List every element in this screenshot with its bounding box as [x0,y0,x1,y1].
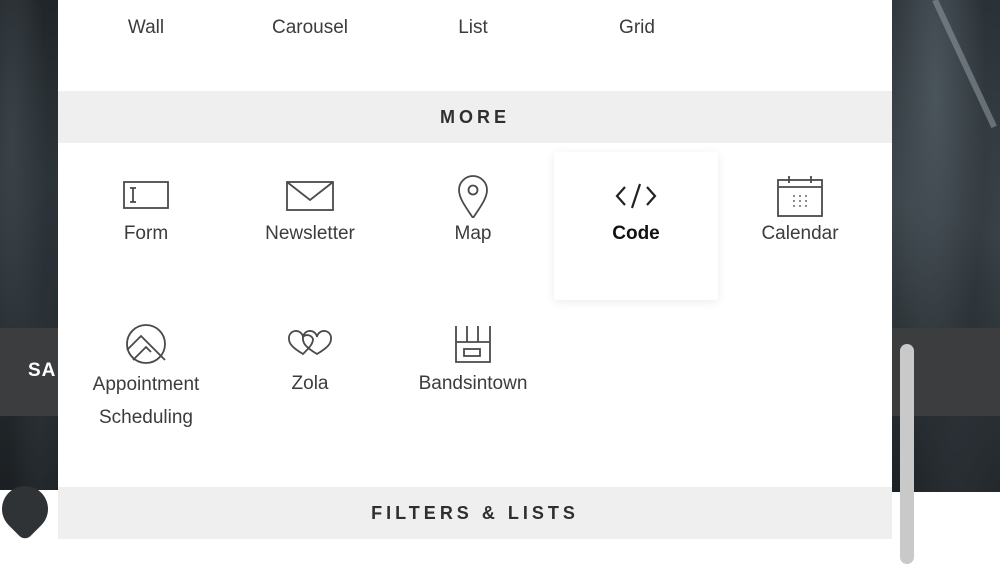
background-band-text: SA [28,360,57,381]
block-carousel-label: Carousel [271,17,349,38]
envelope-icon [286,181,334,211]
block-code-label: Code [612,223,660,244]
carousel-icon [288,0,332,12]
form-icon [123,181,169,209]
block-form-label: Form [123,223,169,244]
section-header-more: MORE [58,91,892,143]
block-newsletter-label: Newsletter [265,223,355,244]
block-appointment-label-line2: Scheduling [98,407,194,428]
block-list-label: List [458,17,488,38]
background-image-left [0,0,58,490]
block-carousel[interactable]: Carousel [228,0,392,44]
block-wall[interactable]: Wall [64,0,228,44]
block-appointment-scheduling[interactable]: Appointment Scheduling [64,320,228,434]
block-zola-label: Zola [291,373,329,394]
map-pin-icon [458,175,488,218]
block-grid[interactable]: Grid [555,0,719,44]
block-calendar-label: Calendar [761,223,839,244]
wall-icon [124,0,168,12]
block-form[interactable]: Form [64,174,228,250]
block-map[interactable]: Map [391,174,555,250]
zola-hearts-icon [288,330,332,356]
code-icon [615,183,657,209]
block-picker-panel: Wall Carousel List Grid MORE Form Newsle… [58,0,892,564]
block-grid-label: Grid [619,17,655,38]
bandsintown-icon [455,326,491,363]
block-newsletter[interactable]: Newsletter [228,174,392,250]
block-code[interactable]: Code [554,174,718,250]
block-map-label: Map [454,223,492,244]
background-streak [932,0,997,129]
block-zola[interactable]: Zola [228,320,392,400]
block-list[interactable]: List [391,0,555,44]
calendar-icon [777,176,823,217]
block-wall-label: Wall [127,17,165,38]
block-calendar[interactable]: Calendar [718,174,882,250]
appointment-icon [126,324,166,364]
block-bandsintown-label: Bandsintown [418,373,528,394]
list-icon [451,0,495,12]
block-appointment-label-line1: Appointment [92,374,200,395]
section-header-filters-lists: FILTERS & LISTS [58,487,892,539]
grid-icon [615,0,659,12]
block-bandsintown[interactable]: Bandsintown [391,320,555,400]
panel-scrollbar[interactable] [900,344,914,564]
